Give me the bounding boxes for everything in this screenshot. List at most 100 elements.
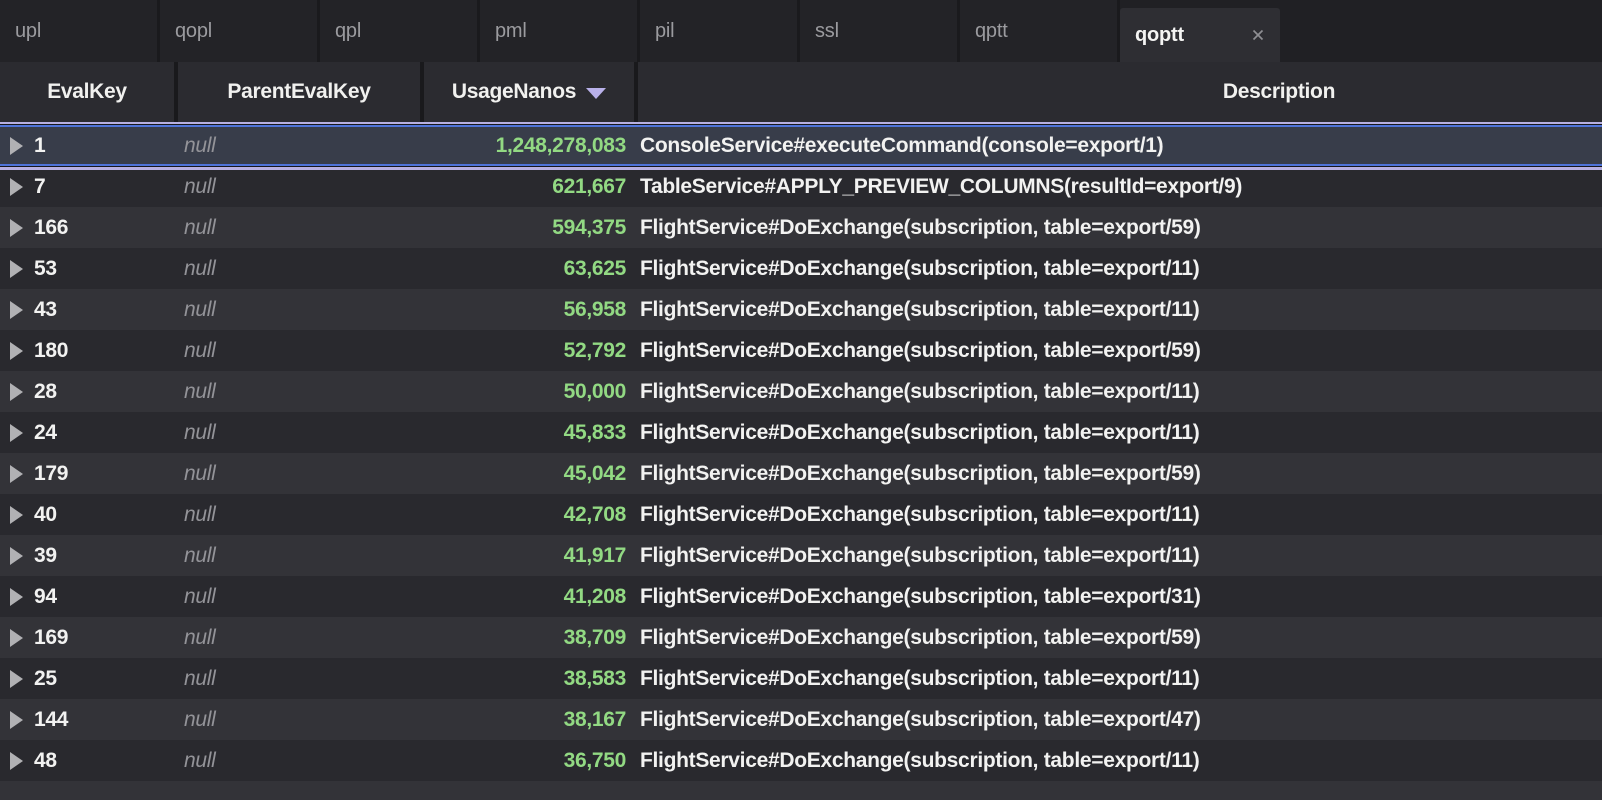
evalkey-cell[interactable]: 7 bbox=[34, 175, 174, 199]
expand-arrow-icon[interactable] bbox=[10, 547, 23, 565]
table-row[interactable]: 39null41,917FlightService#DoExchange(sub… bbox=[0, 535, 1602, 576]
usagenanos-cell[interactable]: 36,750 bbox=[420, 749, 634, 773]
column-header-evalkey[interactable]: EvalKey bbox=[0, 62, 174, 122]
usagenanos-cell[interactable]: 594,375 bbox=[420, 216, 634, 240]
description-cell[interactable]: FlightService#DoExchange(subscription, t… bbox=[634, 380, 1602, 404]
column-header-description[interactable]: Description bbox=[638, 62, 1602, 122]
description-cell[interactable]: FlightService#DoExchange(subscription, t… bbox=[634, 626, 1602, 650]
tab-qoptt[interactable]: qoptt bbox=[1120, 8, 1280, 62]
evalkey-cell[interactable]: 53 bbox=[34, 257, 174, 281]
tab-qpl[interactable]: qpl bbox=[320, 0, 480, 62]
table-row[interactable]: 94null41,208FlightService#DoExchange(sub… bbox=[0, 576, 1602, 617]
description-cell[interactable]: TableService#APPLY_PREVIEW_COLUMNS(resul… bbox=[634, 175, 1602, 199]
tab-upl[interactable]: upl bbox=[0, 0, 160, 62]
expand-arrow-icon[interactable] bbox=[10, 588, 23, 606]
description-cell[interactable]: FlightService#DoExchange(subscription, t… bbox=[634, 339, 1602, 363]
tab-qptt[interactable]: qptt bbox=[960, 0, 1120, 62]
parent-evalkey-cell[interactable]: null bbox=[174, 626, 420, 650]
evalkey-cell[interactable]: 48 bbox=[34, 749, 174, 773]
table-row[interactable]: 28null50,000FlightService#DoExchange(sub… bbox=[0, 371, 1602, 412]
parent-evalkey-cell[interactable]: null bbox=[174, 585, 420, 609]
expand-arrow-icon[interactable] bbox=[10, 342, 23, 360]
description-cell[interactable]: FlightService#DoExchange(subscription, t… bbox=[634, 216, 1602, 240]
description-cell[interactable]: FlightService#DoExchange(subscription, t… bbox=[634, 585, 1602, 609]
evalkey-cell[interactable]: 179 bbox=[34, 462, 174, 486]
parent-evalkey-cell[interactable]: null bbox=[174, 257, 420, 281]
table-row[interactable]: 180null52,792FlightService#DoExchange(su… bbox=[0, 330, 1602, 371]
evalkey-cell[interactable]: 166 bbox=[34, 216, 174, 240]
table-row[interactable]: 166null594,375FlightService#DoExchange(s… bbox=[0, 207, 1602, 248]
evalkey-cell[interactable]: 25 bbox=[34, 667, 174, 691]
usagenanos-cell[interactable]: 38,709 bbox=[420, 626, 634, 650]
evalkey-cell[interactable]: 43 bbox=[34, 298, 174, 322]
table-row[interactable]: 1null1,248,278,083ConsoleService#execute… bbox=[0, 125, 1602, 166]
evalkey-cell[interactable]: 180 bbox=[34, 339, 174, 363]
description-cell[interactable]: FlightService#DoExchange(subscription, t… bbox=[634, 749, 1602, 773]
table-row[interactable]: 40null42,708FlightService#DoExchange(sub… bbox=[0, 494, 1602, 535]
evalkey-cell[interactable]: 94 bbox=[34, 585, 174, 609]
expand-arrow-icon[interactable] bbox=[10, 219, 23, 237]
expand-arrow-icon[interactable] bbox=[10, 178, 23, 196]
description-cell[interactable]: ConsoleService#executeCommand(console=ex… bbox=[634, 134, 1602, 158]
parent-evalkey-cell[interactable]: null bbox=[174, 544, 420, 568]
expand-arrow-icon[interactable] bbox=[10, 383, 23, 401]
table-row[interactable]: 7null621,667TableService#APPLY_PREVIEW_C… bbox=[0, 166, 1602, 207]
usagenanos-cell[interactable]: 38,167 bbox=[420, 708, 634, 732]
description-cell[interactable]: FlightService#DoExchange(subscription, t… bbox=[634, 462, 1602, 486]
description-cell[interactable]: FlightService#DoExchange(subscription, t… bbox=[634, 667, 1602, 691]
description-cell[interactable]: FlightService#DoExchange(subscription, t… bbox=[634, 421, 1602, 445]
expand-arrow-icon[interactable] bbox=[10, 711, 23, 729]
tab-pml[interactable]: pml bbox=[480, 0, 640, 62]
usagenanos-cell[interactable]: 45,042 bbox=[420, 462, 634, 486]
column-header-parentevalkey[interactable]: ParentEvalKey bbox=[178, 62, 420, 122]
usagenanos-cell[interactable]: 1,248,278,083 bbox=[420, 134, 634, 158]
table-row[interactable]: 144null38,167FlightService#DoExchange(su… bbox=[0, 699, 1602, 740]
table-row[interactable]: 43null56,958FlightService#DoExchange(sub… bbox=[0, 289, 1602, 330]
evalkey-cell[interactable]: 28 bbox=[34, 380, 174, 404]
expand-arrow-icon[interactable] bbox=[10, 137, 23, 155]
evalkey-cell[interactable]: 144 bbox=[34, 708, 174, 732]
parent-evalkey-cell[interactable]: null bbox=[174, 421, 420, 445]
parent-evalkey-cell[interactable]: null bbox=[174, 708, 420, 732]
tab-qopl[interactable]: qopl bbox=[160, 0, 320, 62]
usagenanos-cell[interactable]: 45,833 bbox=[420, 421, 634, 445]
parent-evalkey-cell[interactable]: null bbox=[174, 134, 420, 158]
parent-evalkey-cell[interactable]: null bbox=[174, 298, 420, 322]
usagenanos-cell[interactable]: 50,000 bbox=[420, 380, 634, 404]
evalkey-cell[interactable]: 40 bbox=[34, 503, 174, 527]
expand-arrow-icon[interactable] bbox=[10, 752, 23, 770]
parent-evalkey-cell[interactable]: null bbox=[174, 749, 420, 773]
parent-evalkey-cell[interactable]: null bbox=[174, 175, 420, 199]
expand-arrow-icon[interactable] bbox=[10, 260, 23, 278]
close-icon[interactable] bbox=[1249, 26, 1267, 44]
table-row[interactable]: 179null45,042FlightService#DoExchange(su… bbox=[0, 453, 1602, 494]
usagenanos-cell[interactable]: 41,917 bbox=[420, 544, 634, 568]
description-cell[interactable]: FlightService#DoExchange(subscription, t… bbox=[634, 503, 1602, 527]
description-cell[interactable]: FlightService#DoExchange(subscription, t… bbox=[634, 544, 1602, 568]
expand-arrow-icon[interactable] bbox=[10, 301, 23, 319]
usagenanos-cell[interactable]: 621,667 bbox=[420, 175, 634, 199]
tab-ssl[interactable]: ssl bbox=[800, 0, 960, 62]
evalkey-cell[interactable]: 169 bbox=[34, 626, 174, 650]
description-cell[interactable]: FlightService#DoExchange(subscription, t… bbox=[634, 257, 1602, 281]
table-row[interactable]: 169null38,709FlightService#DoExchange(su… bbox=[0, 617, 1602, 658]
usagenanos-cell[interactable]: 52,792 bbox=[420, 339, 634, 363]
description-cell[interactable]: FlightService#DoExchange(subscription, t… bbox=[634, 708, 1602, 732]
expand-arrow-icon[interactable] bbox=[10, 629, 23, 647]
parent-evalkey-cell[interactable]: null bbox=[174, 462, 420, 486]
table-row[interactable]: 24null45,833FlightService#DoExchange(sub… bbox=[0, 412, 1602, 453]
parent-evalkey-cell[interactable]: null bbox=[174, 380, 420, 404]
table-row[interactable]: 25null38,583FlightService#DoExchange(sub… bbox=[0, 658, 1602, 699]
parent-evalkey-cell[interactable]: null bbox=[174, 667, 420, 691]
evalkey-cell[interactable]: 24 bbox=[34, 421, 174, 445]
table-row[interactable]: 48null36,750FlightService#DoExchange(sub… bbox=[0, 740, 1602, 781]
expand-arrow-icon[interactable] bbox=[10, 465, 23, 483]
usagenanos-cell[interactable]: 38,583 bbox=[420, 667, 634, 691]
evalkey-cell[interactable]: 1 bbox=[34, 134, 174, 158]
expand-arrow-icon[interactable] bbox=[10, 670, 23, 688]
description-cell[interactable]: FlightService#DoExchange(subscription, t… bbox=[634, 298, 1602, 322]
expand-arrow-icon[interactable] bbox=[10, 424, 23, 442]
usagenanos-cell[interactable]: 42,708 bbox=[420, 503, 634, 527]
tab-pil[interactable]: pil bbox=[640, 0, 800, 62]
parent-evalkey-cell[interactable]: null bbox=[174, 216, 420, 240]
